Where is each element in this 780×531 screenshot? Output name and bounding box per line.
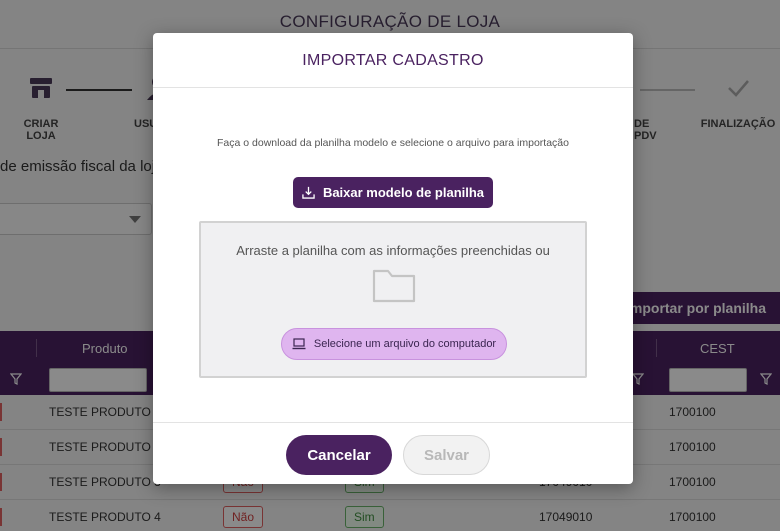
instruction-text: Faça o download da planilha modelo e sel… — [217, 137, 569, 149]
save-button[interactable]: Salvar — [403, 435, 490, 475]
modal-title: IMPORTAR CADASTRO — [302, 52, 484, 69]
download-template-label: Baixar modelo de planilha — [322, 185, 485, 200]
download-template-button[interactable]: Baixar modelo de planilha — [293, 177, 493, 208]
select-file-label: Selecione um arquivo do computador — [313, 338, 497, 350]
folder-icon — [372, 269, 416, 303]
modal-footer: Cancelar Salvar — [153, 422, 633, 484]
file-dropzone[interactable]: Arraste a planilha com as informações pr… — [199, 221, 587, 378]
download-icon — [302, 186, 315, 199]
cancel-button[interactable]: Cancelar — [286, 435, 392, 475]
modal-header: IMPORTAR CADASTRO — [153, 33, 633, 88]
laptop-icon — [292, 338, 306, 350]
dropzone-text: Arraste a planilha com as informações pr… — [236, 243, 550, 258]
import-modal: IMPORTAR CADASTRO Faça o download da pla… — [153, 33, 633, 484]
select-file-button[interactable]: Selecione um arquivo do computador — [281, 328, 507, 360]
